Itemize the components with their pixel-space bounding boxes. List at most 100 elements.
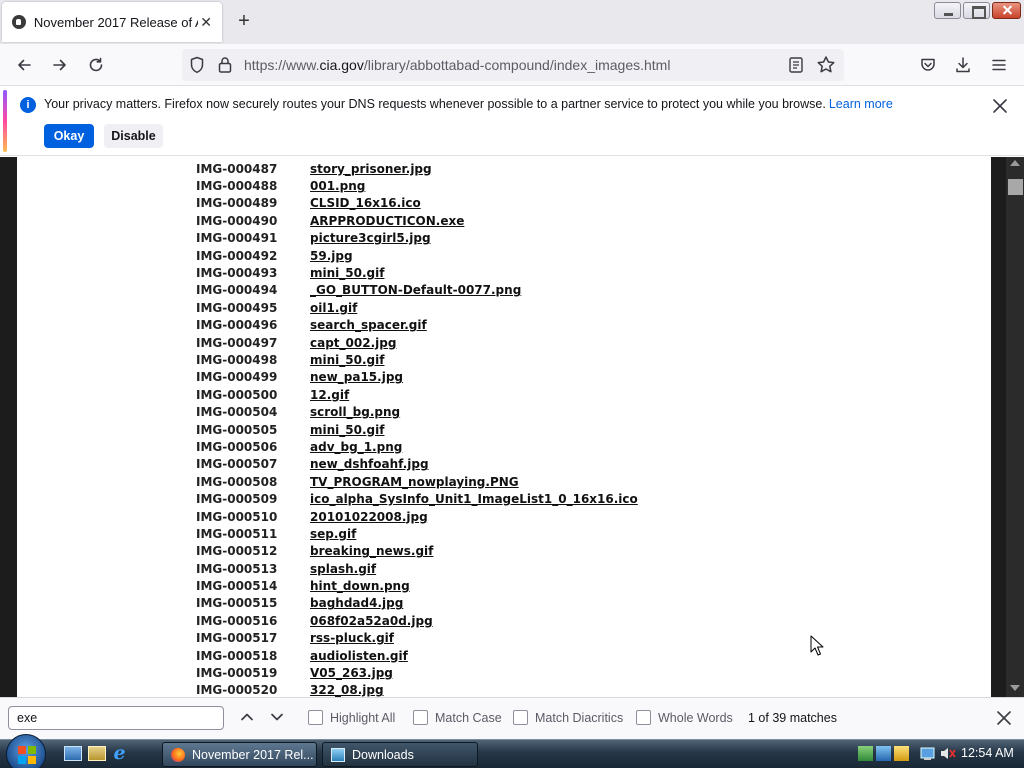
list-item: IMG-000520 322_08.jpg [196, 682, 638, 697]
image-file-link[interactable]: sep.gif [310, 527, 356, 541]
image-file-link[interactable]: 59.jpg [310, 249, 353, 263]
image-file-link[interactable]: CLSID_16x16.ico [310, 196, 421, 210]
image-file-link[interactable]: new_pa15.jpg [310, 370, 403, 384]
image-file-link[interactable]: audiolisten.gif [310, 649, 408, 663]
okay-button[interactable]: Okay [44, 124, 94, 148]
image-id: IMG-000504 [196, 405, 278, 420]
taskbar-firefox-label: November 2017 Rel... [192, 747, 314, 762]
action-center-flag-icon[interactable] [920, 746, 936, 761]
star-icon[interactable] [816, 55, 836, 80]
url-prefix: https://www. [244, 57, 320, 73]
image-file-link[interactable]: ico_alpha_SysInfo_Unit1_ImageList1_0_16x… [310, 492, 638, 506]
window-minimize-button[interactable] [934, 2, 961, 19]
pocket-icon[interactable] [915, 52, 941, 78]
image-file-link[interactable]: 001.png [310, 179, 365, 193]
downloads-folder-icon [331, 747, 345, 762]
speaker-muted-icon[interactable] [940, 746, 956, 761]
image-file-link[interactable]: mini_50.gif [310, 353, 384, 367]
image-file-link[interactable]: picture3cgirl5.jpg [310, 231, 431, 245]
vertical-scrollbar[interactable] [1006, 157, 1024, 697]
list-item: IMG-000508 TV_PROGRAM_nowplaying.PNG [196, 473, 638, 490]
window-close-button[interactable] [992, 2, 1021, 19]
tab-title: November 2017 Release of Abb [33, 14, 198, 30]
list-item: IMG-000516 068f02a52a0d.jpg [196, 612, 638, 629]
windows-explorer-icon[interactable] [88, 746, 106, 761]
reload-icon[interactable] [83, 52, 109, 78]
windows-start-icon[interactable] [6, 734, 46, 768]
list-item: IMG-000492 59.jpg [196, 247, 638, 264]
match-diacritics-checkbox[interactable]: Match Diacritics [513, 710, 623, 725]
image-id: IMG-000517 [196, 631, 278, 646]
hamburger-menu-icon[interactable] [986, 52, 1012, 78]
taskbar-downloads-window[interactable]: Downloads [322, 742, 478, 767]
image-file-link[interactable]: story_prisoner.jpg [310, 162, 432, 176]
chevron-down-icon[interactable] [267, 707, 287, 727]
back-arrow-icon[interactable] [11, 52, 37, 78]
taskbar-firefox-window[interactable]: November 2017 Rel... [162, 742, 317, 767]
notification-accent-stripe [3, 90, 7, 152]
url-text[interactable]: https://www.cia.gov/library/abbottabad-c… [244, 57, 670, 73]
image-file-link[interactable]: rss-pluck.gif [310, 631, 394, 645]
window-maximize-button[interactable] [963, 2, 990, 19]
page-viewport: IMG-000487 story_prisoner.jpg IMG-000488 00… [0, 157, 1024, 697]
image-file-link[interactable]: splash.gif [310, 562, 376, 576]
chevron-up-icon[interactable] [237, 707, 257, 727]
lock-icon[interactable] [218, 56, 232, 79]
highlight-all-checkbox[interactable]: Highlight All [308, 710, 395, 725]
reader-view-icon[interactable] [788, 56, 804, 79]
match-case-checkbox[interactable]: Match Case [413, 710, 502, 725]
image-file-link[interactable]: adv_bg_1.png [310, 440, 402, 454]
image-file-link[interactable]: scroll_bg.png [310, 405, 400, 419]
image-id: IMG-000516 [196, 613, 278, 628]
scrollbar-thumb[interactable] [1008, 179, 1023, 195]
list-item: IMG-000497 capt_002.jpg [196, 334, 638, 351]
image-file-link[interactable]: TV_PROGRAM_nowplaying.PNG [310, 475, 519, 489]
image-file-link[interactable]: ARPPRODUCTICON.exe [310, 214, 464, 228]
whole-words-checkbox[interactable]: Whole Words [636, 710, 733, 725]
image-file-link[interactable]: _GO_BUTTON-Default-0077.png [310, 283, 521, 297]
address-bar[interactable]: https://www.cia.gov/library/abbottabad-c… [182, 49, 844, 81]
new-tab-plus-icon[interactable]: + [232, 10, 256, 34]
checkbox-box[interactable] [636, 710, 651, 725]
image-file-link[interactable]: oil1.gif [310, 301, 357, 315]
browser-tab-active[interactable]: November 2017 Release of Abb ✕ [2, 2, 222, 42]
image-file-link[interactable]: 20101022008.jpg [310, 510, 428, 524]
image-file-link[interactable]: 12.gif [310, 388, 349, 402]
image-file-link[interactable]: 322_08.jpg [310, 683, 384, 697]
image-file-link[interactable]: breaking_news.gif [310, 544, 433, 558]
checkbox-box[interactable] [513, 710, 528, 725]
tray-app-icon[interactable] [858, 746, 873, 761]
image-file-link[interactable]: 068f02a52a0d.jpg [310, 614, 433, 628]
image-file-link[interactable]: search_spacer.gif [310, 318, 427, 332]
tab-close-icon[interactable]: ✕ [198, 14, 214, 31]
image-file-link[interactable]: baghdad4.jpg [310, 596, 403, 610]
list-item: IMG-000498 mini_50.gif [196, 351, 638, 368]
checkbox-box[interactable] [308, 710, 323, 725]
image-id: IMG-000515 [196, 596, 278, 611]
scroll-up-arrow-icon[interactable] [1010, 160, 1020, 166]
list-item: IMG-000517 rss-pluck.gif [196, 630, 638, 647]
forward-arrow-icon[interactable] [47, 52, 73, 78]
disable-button[interactable]: Disable [104, 124, 163, 148]
find-input[interactable] [8, 706, 224, 730]
list-item: IMG-000499 new_pa15.jpg [196, 369, 638, 386]
image-id: IMG-000512 [196, 544, 278, 559]
image-file-link[interactable]: mini_50.gif [310, 266, 384, 280]
download-icon[interactable] [950, 52, 976, 78]
image-file-link[interactable]: capt_002.jpg [310, 336, 396, 350]
show-desktop-icon[interactable] [64, 746, 82, 761]
image-file-link[interactable]: mini_50.gif [310, 423, 384, 437]
internet-explorer-icon[interactable]: e [110, 744, 129, 763]
image-file-link[interactable]: hint_down.png [310, 579, 410, 593]
image-file-link[interactable]: new_dshfoahf.jpg [310, 457, 429, 471]
close-icon[interactable] [994, 708, 1014, 728]
shield-icon[interactable] [189, 56, 205, 79]
close-icon[interactable] [990, 96, 1010, 116]
learn-more-link[interactable]: Learn more [829, 97, 893, 111]
checkbox-box[interactable] [413, 710, 428, 725]
scroll-down-arrow-icon[interactable] [1010, 685, 1020, 691]
tray-app-icon[interactable] [876, 746, 891, 761]
image-id: IMG-000487 [196, 161, 278, 176]
tray-app-icon[interactable] [894, 746, 909, 761]
image-file-link[interactable]: V05_263.jpg [310, 666, 393, 680]
